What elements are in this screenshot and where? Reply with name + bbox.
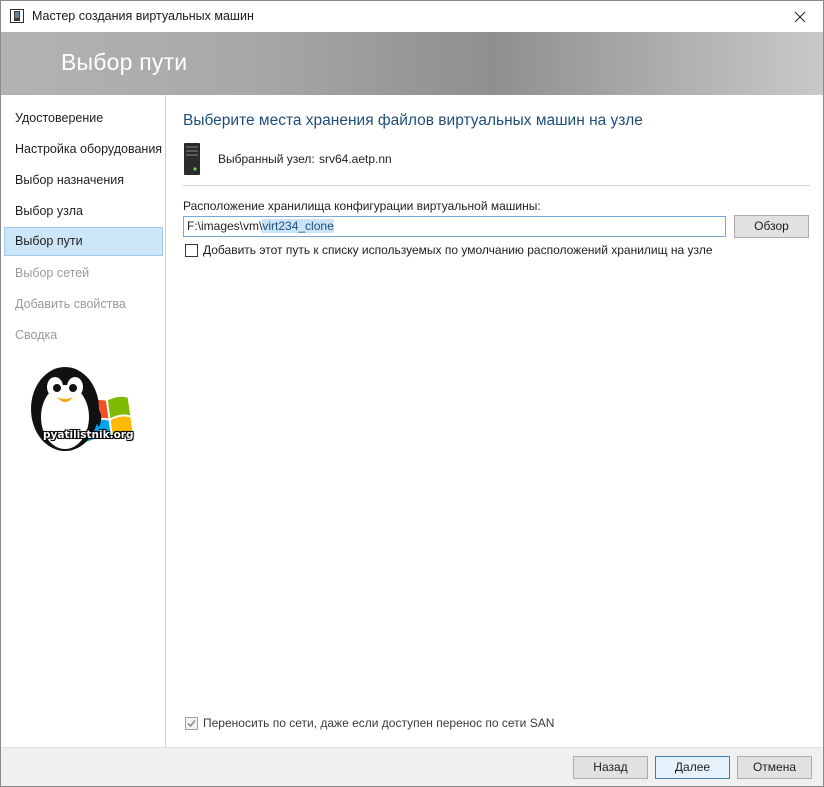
wizard-window: Мастер создания виртуальных машин Выбор … (0, 0, 824, 787)
add-default-path-checkbox[interactable] (185, 244, 198, 257)
sidebar-item-summary: Сводка (4, 321, 163, 350)
logo-text: pyatilistnik.org (43, 429, 134, 441)
browse-button[interactable]: Обзор (734, 215, 809, 238)
cancel-button[interactable]: Отмена (737, 756, 812, 779)
network-transfer-checkbox[interactable] (185, 717, 198, 730)
divider (183, 185, 810, 186)
sidebar-item-label: Настройка оборудования (15, 142, 163, 156)
sidebar-item-label: Выбор узла (15, 204, 83, 218)
penguin-windows-logo: pyatilistnik.org (25, 361, 135, 463)
window-title: Мастер создания виртуальных машин (32, 9, 254, 23)
storage-path-selected-text: virt234_clone (262, 219, 334, 233)
title-bar: Мастер создания виртуальных машин (1, 1, 823, 32)
back-button[interactable]: Назад (573, 756, 648, 779)
server-icon (183, 142, 201, 176)
sidebar-item-hardware[interactable]: Настройка оборудования (4, 135, 163, 164)
sidebar-item-identity[interactable]: Удостоверение (4, 104, 163, 133)
storage-path-input[interactable]: F:\images\vm\virt234_clone (183, 216, 726, 237)
network-transfer-label: Переносить по сети, даже если доступен п… (203, 716, 555, 730)
storage-path-prefix: F:\images\vm\ (187, 219, 263, 233)
sidebar-item-label: Выбор сетей (15, 266, 90, 280)
sidebar-item-path[interactable]: Выбор пути (4, 227, 163, 256)
selected-node-label: Выбранный узел: (218, 152, 315, 166)
page-title: Выбор пути (61, 49, 188, 75)
close-icon (794, 11, 806, 22)
header-banner: Выбор пути (1, 32, 823, 95)
add-default-path-label: Добавить этот путь к списку используемых… (203, 243, 713, 257)
storage-path-label: Расположение хранилища конфигурации вирт… (183, 199, 541, 213)
sidebar-item-networks: Выбор сетей (4, 259, 163, 288)
sidebar-item-label: Удостоверение (15, 111, 104, 125)
sidebar-item-properties: Добавить свойства (4, 290, 163, 319)
sidebar-item-label: Выбор назначения (15, 173, 125, 187)
checkmark-icon (187, 720, 196, 728)
sidebar-item-host[interactable]: Выбор узла (4, 197, 163, 226)
close-button[interactable] (777, 1, 823, 32)
wizard-steps-sidebar: Удостоверение Настройка оборудования Выб… (1, 95, 166, 747)
vm-wizard-icon (9, 8, 25, 24)
selected-node-value: srv64.aetp.nn (319, 152, 392, 166)
sidebar-item-label: Выбор пути (15, 234, 83, 248)
section-heading: Выберите места хранения файлов виртуальн… (183, 112, 643, 129)
sidebar-item-label: Добавить свойства (15, 297, 126, 311)
sidebar-item-destination[interactable]: Выбор назначения (4, 166, 163, 195)
wizard-footer: Назад Далее Отмена (1, 747, 823, 786)
next-button[interactable]: Далее (655, 756, 730, 779)
sidebar-item-label: Сводка (15, 328, 58, 342)
